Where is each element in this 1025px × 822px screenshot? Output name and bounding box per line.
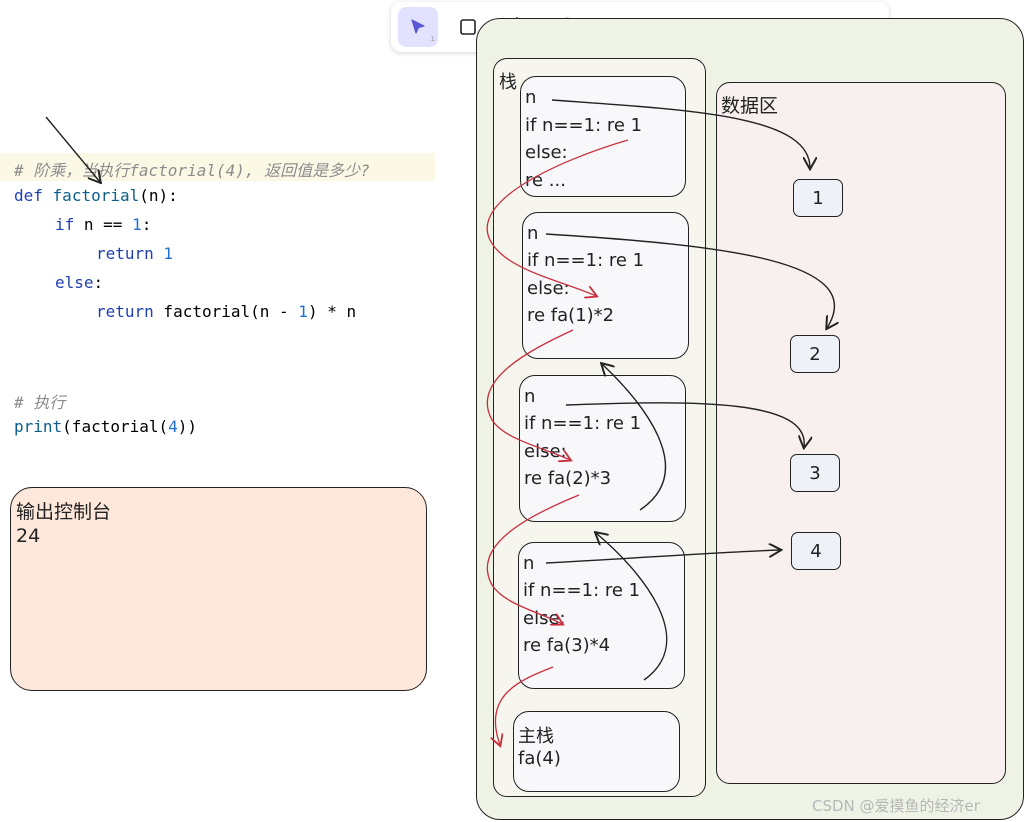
call-arrow [486,494,580,624]
call-arrow [486,139,629,296]
call-arrow [495,666,554,745]
arrows-overlay [45,99,1025,822]
return-arrow [602,364,666,511]
reference-arrow [551,99,810,168]
return-arrow [596,533,668,681]
reference-arrow [545,233,834,328]
reference-arrow [545,550,780,564]
pointer-arrow [45,116,100,182]
call-arrow [486,329,574,460]
reference-arrow [565,402,804,447]
